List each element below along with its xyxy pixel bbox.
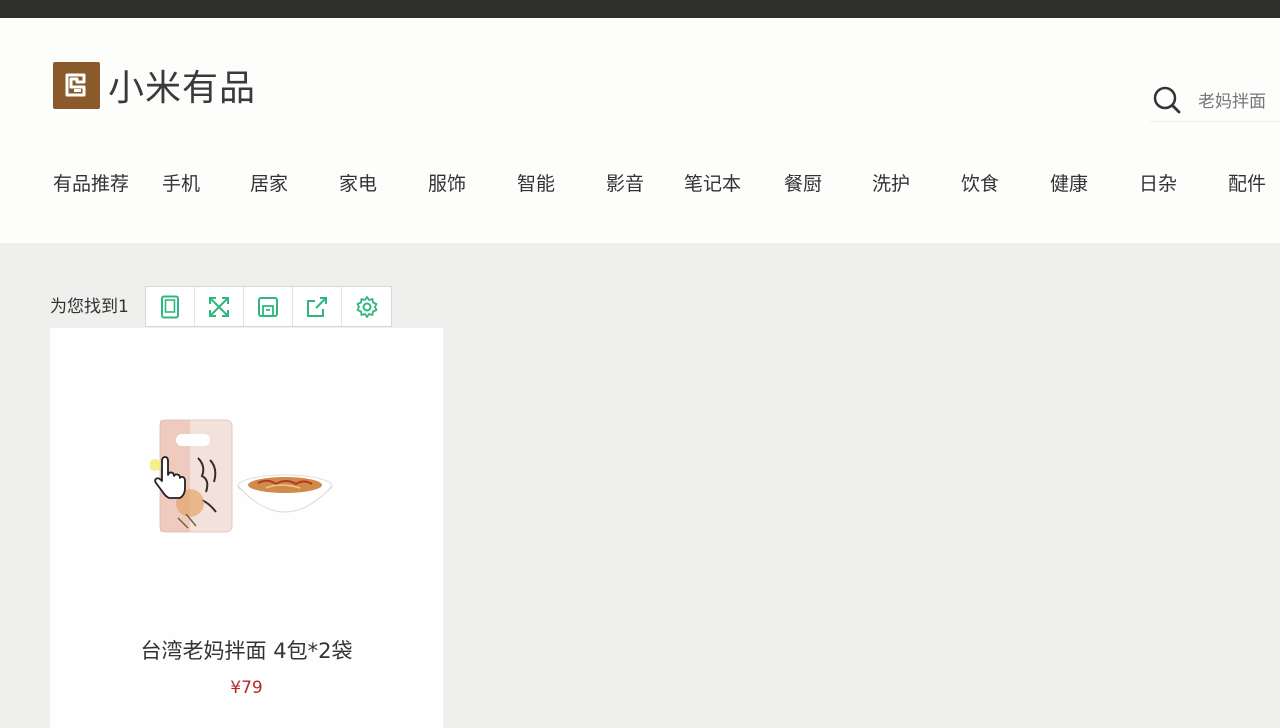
nav-item-recommend[interactable]: 有品推荐 [53, 169, 129, 196]
nav-item-home[interactable]: 居家 [250, 169, 288, 196]
share-icon [307, 296, 327, 317]
hand-cursor-icon [150, 456, 186, 499]
results-summary: 为您找到1 [50, 297, 129, 317]
search-input[interactable] [1198, 89, 1280, 110]
settings-gear-icon [356, 295, 377, 318]
nav-item-accessories[interactable]: 配件 [1228, 169, 1266, 196]
nav-item-audio[interactable]: 影音 [606, 169, 644, 196]
save-icon [258, 296, 278, 317]
nav-item-appliances[interactable]: 家电 [339, 169, 377, 196]
nav-item-laptops[interactable]: 笔记本 [684, 169, 741, 196]
share-button[interactable] [293, 287, 342, 326]
floating-toolbar [145, 286, 392, 327]
search-box[interactable] [1150, 78, 1280, 122]
product-price: ¥79 [230, 678, 263, 698]
youpin-logo-icon [53, 61, 100, 109]
window-top-bar [0, 0, 1280, 18]
nav-item-food[interactable]: 饮食 [961, 169, 999, 196]
nav-item-phones[interactable]: 手机 [162, 169, 200, 196]
settings-button[interactable] [342, 287, 391, 326]
search-icon[interactable] [1152, 83, 1182, 117]
nav-item-kitchen[interactable]: 餐厨 [784, 169, 822, 196]
site-logo[interactable]: 小米有品 [53, 59, 256, 111]
nav-item-smart[interactable]: 智能 [517, 169, 555, 196]
product-name[interactable]: 台湾老妈拌面 4包*2袋 [50, 635, 443, 665]
save-button[interactable] [244, 287, 293, 326]
expand-icon [209, 296, 229, 317]
nav-item-health[interactable]: 健康 [1050, 169, 1088, 196]
brand-name: 小米有品 [108, 68, 257, 109]
category-nav: 有品推荐 手机 居家 家电 服饰 智能 影音 笔记本 餐厨 洗护 饮食 健康 日… [0, 169, 1280, 199]
nav-item-personal-care[interactable]: 洗护 [872, 169, 910, 196]
nav-item-apparel[interactable]: 服饰 [428, 169, 466, 196]
fullscreen-button[interactable] [195, 287, 244, 326]
tablet-icon [161, 295, 179, 318]
tablet-button[interactable] [146, 287, 195, 326]
product-card[interactable]: 台湾老妈拌面 4包*2袋 ¥79 [50, 328, 443, 728]
nav-item-sundries[interactable]: 日杂 [1139, 169, 1177, 196]
site-header: 小米有品 有品推荐 手机 居家 家电 服饰 智能 影音 笔记本 餐厨 洗护 饮食… [0, 18, 1280, 243]
